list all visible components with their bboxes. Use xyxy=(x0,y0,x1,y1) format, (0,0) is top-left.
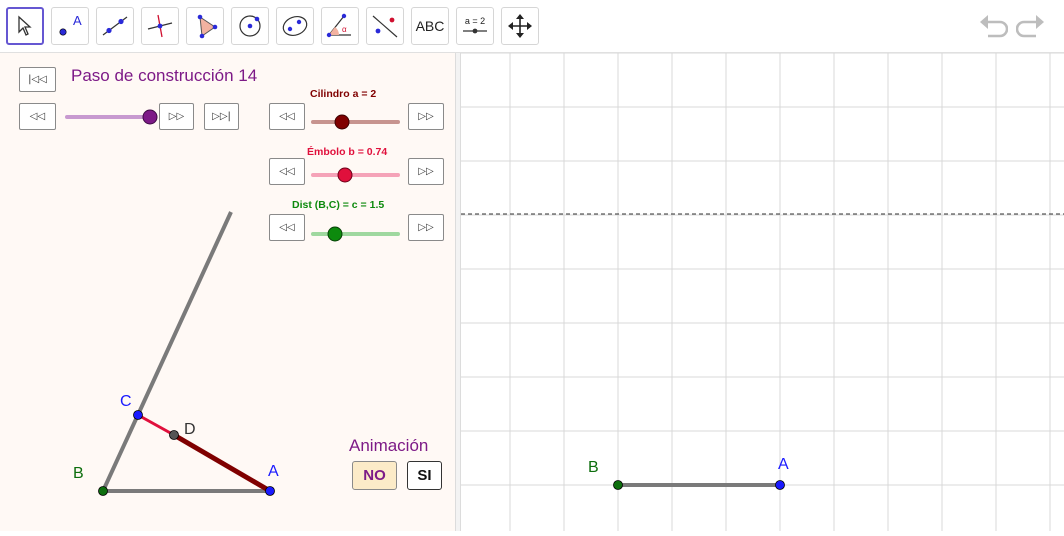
polygon-icon xyxy=(197,14,218,39)
line-icon xyxy=(102,16,128,36)
cursor-icon xyxy=(18,15,32,36)
ray-bc xyxy=(101,211,233,492)
point-tool-button[interactable]: A xyxy=(51,7,89,45)
animation-title: Animación xyxy=(349,436,429,455)
point-a-label: A xyxy=(268,463,279,480)
slider-icon: a = 2 xyxy=(463,16,487,34)
left-graphics-panel: |◁◁ Paso de construcción 14 ◁◁ ▷▷ ▷▷| Ci… xyxy=(0,53,455,531)
point-a[interactable] xyxy=(775,480,785,490)
circle-icon xyxy=(239,15,261,37)
point-a-label: A xyxy=(778,456,789,473)
svg-text:α: α xyxy=(342,25,347,34)
reflect-icon xyxy=(372,15,398,38)
slider-tool-button[interactable]: a = 2 xyxy=(456,7,494,45)
text-tool-button[interactable]: ABC xyxy=(411,7,449,45)
point-d-label: D xyxy=(184,421,196,438)
toolbar: A α ABC a = 2 xyxy=(0,0,1064,53)
polygon-tool-button[interactable] xyxy=(186,7,224,45)
circle-tool-button[interactable] xyxy=(231,7,269,45)
reflect-tool-button[interactable] xyxy=(366,7,404,45)
undo-icon[interactable] xyxy=(978,12,1008,40)
text-tool-label: ABC xyxy=(415,18,445,34)
point-c[interactable] xyxy=(133,410,143,420)
animation-no-button[interactable]: NO xyxy=(352,461,397,490)
right-graphics-panel: B A xyxy=(461,52,1064,531)
point-icon: A xyxy=(59,13,82,36)
point-b-label: B xyxy=(588,459,599,476)
point-a[interactable] xyxy=(265,486,275,496)
point-c-label: C xyxy=(120,393,132,410)
line-tool-button[interactable] xyxy=(96,7,134,45)
svg-text:a = 2: a = 2 xyxy=(465,16,485,26)
construction-canvas: B A C D xyxy=(73,211,279,496)
point-b-label: B xyxy=(73,465,84,482)
angle-tool-button[interactable]: α xyxy=(321,7,359,45)
animation-si-button[interactable]: SI xyxy=(407,461,442,490)
ellipse-icon xyxy=(282,15,308,37)
graphics-canvas[interactable]: B A xyxy=(461,52,1064,531)
grid xyxy=(461,52,1064,531)
perpendicular-line-tool-button[interactable] xyxy=(141,7,179,45)
point-d[interactable] xyxy=(169,430,179,440)
svg-text:A: A xyxy=(73,13,82,28)
ellipse-tool-button[interactable] xyxy=(276,7,314,45)
point-b[interactable] xyxy=(613,480,623,490)
perpendicular-icon xyxy=(147,14,173,38)
point-b[interactable] xyxy=(98,486,108,496)
move-graphics-view-tool-button[interactable] xyxy=(501,7,539,45)
segment-cd xyxy=(137,413,175,437)
move-tool-button[interactable] xyxy=(6,7,44,45)
segment-da xyxy=(172,432,272,494)
redo-icon[interactable] xyxy=(1016,12,1046,40)
move-arrows-icon xyxy=(508,14,532,38)
angle-icon: α xyxy=(326,13,351,38)
